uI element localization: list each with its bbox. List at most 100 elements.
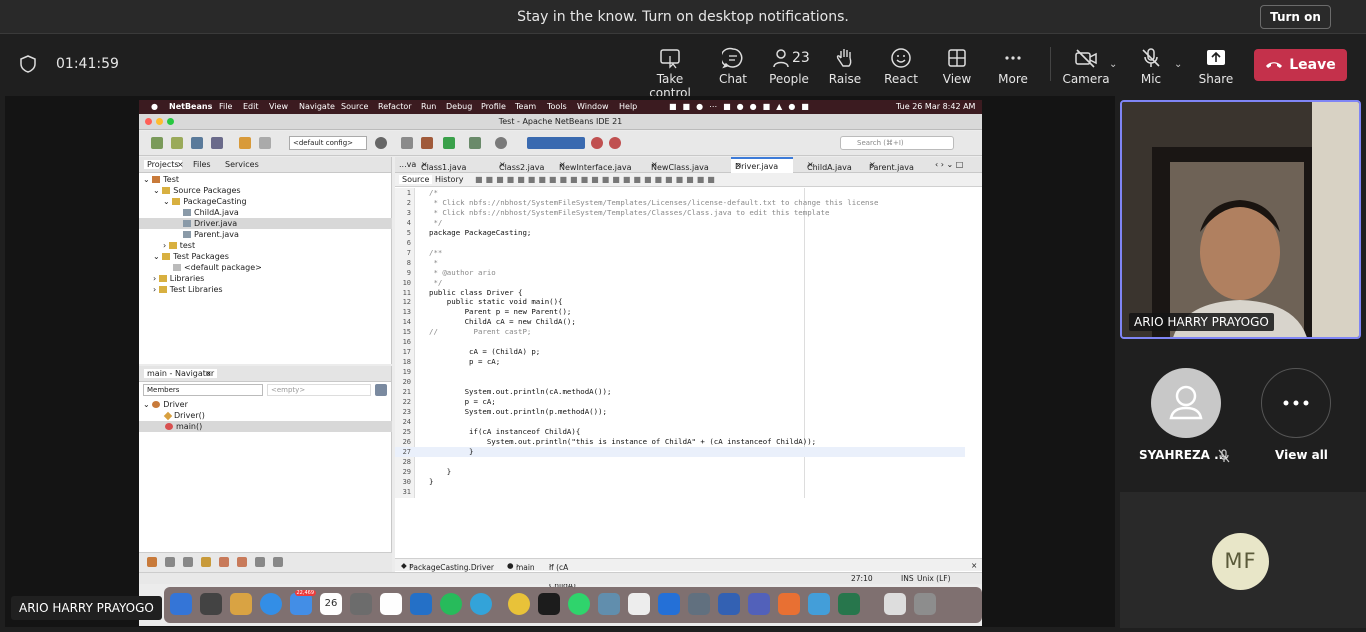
new-file-icon[interactable] (151, 137, 163, 149)
code-line[interactable]: Parent p = new Parent(); (429, 307, 572, 316)
menu-help[interactable]: Help (619, 102, 637, 111)
tree-item-test[interactable]: ⌄ Test (143, 175, 179, 184)
filter-icon[interactable] (147, 557, 157, 567)
mic-button[interactable]: Mic (1130, 43, 1172, 91)
tree-item-test-package[interactable]: › test (163, 241, 195, 250)
close-breadcrumb-icon[interactable]: × (971, 561, 977, 570)
code-line[interactable]: * (429, 258, 437, 267)
empty-select[interactable]: <empty> (267, 384, 371, 396)
code-line[interactable]: } (429, 467, 451, 476)
tree-item-source-packages[interactable]: ⌄ Source Packages (153, 186, 241, 195)
menu-source[interactable]: Source (341, 102, 368, 111)
source-tab[interactable]: Source (399, 175, 433, 184)
editor-tab[interactable]: Class2.java × (499, 160, 544, 172)
navigator-options-icon[interactable] (375, 384, 387, 396)
code-line[interactable]: public class Driver { (429, 288, 522, 297)
whatsapp-icon[interactable] (568, 593, 590, 615)
menu-profile[interactable]: Profile (481, 102, 506, 111)
run-icon[interactable] (443, 137, 455, 149)
tree-item-test-libraries[interactable]: › Test Libraries (153, 285, 223, 294)
code-line[interactable]: } (429, 477, 433, 486)
filter-icon[interactable] (219, 557, 229, 567)
code-line[interactable]: System.out.println(cA.methodA()); (429, 387, 612, 396)
code-line[interactable]: if(cA instanceof ChildA){ (429, 427, 580, 436)
code-line[interactable]: package PackageCasting; (429, 228, 531, 237)
filter-icon[interactable] (165, 557, 175, 567)
app-icon[interactable] (688, 593, 710, 615)
vscode-icon[interactable] (410, 593, 432, 615)
view-button[interactable]: View (934, 43, 980, 91)
gc-icon[interactable] (591, 137, 603, 149)
editor-tab[interactable]: ChildA.java × (807, 160, 852, 172)
clean-build-icon[interactable] (421, 137, 433, 149)
code-line[interactable]: /** (429, 248, 442, 257)
tab-projects[interactable]: Projects (144, 160, 182, 169)
ide-search-input[interactable]: Search (⌘+I) (840, 136, 954, 150)
calendar-icon[interactable]: 26 (320, 593, 342, 615)
redo-icon[interactable] (259, 137, 271, 149)
nav-item-driver-class[interactable]: ⌄ Driver (143, 400, 188, 409)
history-tab[interactable]: History (435, 175, 463, 184)
code-line[interactable]: public static void main(){ (429, 297, 563, 306)
menu-navigate[interactable]: Navigate (299, 102, 335, 111)
tree-item-libraries[interactable]: › Libraries (153, 274, 204, 283)
view-all-label[interactable]: View all (1275, 448, 1328, 462)
downloads-icon[interactable] (884, 593, 906, 615)
tree-item-parent[interactable]: Parent.java (183, 230, 239, 239)
editor-tool-icons[interactable]: ■■■■■■■■■■■■■■■■■■■■■■■ (475, 175, 718, 184)
share-button[interactable]: Share (1194, 43, 1238, 91)
code-area[interactable]: 1 /* 2 * Click nbfs://nbhost/SystemFileSys… (395, 188, 975, 498)
config-icon[interactable] (375, 137, 387, 149)
menu-window[interactable]: Window (577, 102, 609, 111)
turn-on-notifications-button[interactable]: Turn on (1260, 5, 1331, 29)
safari-icon[interactable] (260, 593, 282, 615)
menu-netbeans[interactable]: NetBeans (169, 102, 212, 111)
tab-services[interactable]: Services (225, 160, 259, 169)
tab-scroll-icons[interactable]: ‹ › ⌄ □ (935, 160, 963, 169)
mic-options-chevron-icon[interactable]: ⌄ (1174, 59, 1182, 70)
tree-item-childa[interactable]: ChildA.java (183, 208, 239, 217)
chat-button[interactable]: Chat (710, 43, 756, 91)
breadcrumb-class[interactable]: ◆ PackageCasting.Driver › (401, 561, 494, 572)
app-icon[interactable] (380, 593, 402, 615)
maximize-window-icon[interactable] (167, 118, 174, 125)
menu-view[interactable]: View (269, 102, 288, 111)
more-button[interactable]: More (990, 43, 1036, 91)
excel-icon[interactable] (838, 593, 860, 615)
code-line[interactable]: p = cA; (429, 357, 500, 366)
code-line[interactable]: */ (429, 218, 442, 227)
chrome-icon[interactable] (508, 593, 530, 615)
terminal-icon[interactable] (538, 593, 560, 615)
config-select[interactable]: <default config> (289, 136, 367, 150)
menu-run[interactable]: Run (421, 102, 436, 111)
code-line[interactable]: ChildA cA = new ChildA(); (429, 317, 576, 326)
build-icon[interactable] (401, 137, 413, 149)
mail-icon[interactable]: 22,469 (290, 590, 316, 615)
tree-item-default-package[interactable]: <default package> (173, 263, 262, 272)
menu-file[interactable]: File (219, 102, 232, 111)
take-control-button[interactable]: Take control (640, 43, 700, 100)
view-all-button[interactable] (1261, 368, 1331, 438)
code-line[interactable]: } (429, 447, 473, 456)
filter-icon[interactable] (201, 557, 211, 567)
navigator-close-icon[interactable]: × (205, 369, 212, 378)
minimize-window-icon[interactable] (156, 118, 163, 125)
app-icon[interactable] (598, 593, 620, 615)
editor-tab[interactable]: ...va (399, 160, 416, 169)
close-window-icon[interactable] (145, 118, 152, 125)
tab-projects-close-icon[interactable]: × (177, 160, 184, 169)
editor-tab[interactable]: Class1.java × (421, 160, 466, 172)
code-line[interactable]: * @author ario (429, 268, 495, 277)
editor-tab[interactable]: NewClass.java × (651, 160, 709, 172)
teams-icon[interactable] (748, 593, 770, 615)
code-line[interactable]: System.out.println(p.methodA()); (429, 407, 607, 416)
sort-icon[interactable] (255, 557, 265, 567)
trash-icon[interactable] (914, 593, 936, 615)
code-line[interactable]: */ (429, 278, 442, 287)
menu-tools[interactable]: Tools (547, 102, 567, 111)
profile-icon[interactable] (495, 137, 507, 149)
menu-refactor[interactable]: Refactor (378, 102, 412, 111)
menu-debug[interactable]: Debug (446, 102, 472, 111)
code-line[interactable]: /* (429, 188, 438, 197)
tree-item-driver[interactable]: Driver.java (183, 219, 237, 228)
